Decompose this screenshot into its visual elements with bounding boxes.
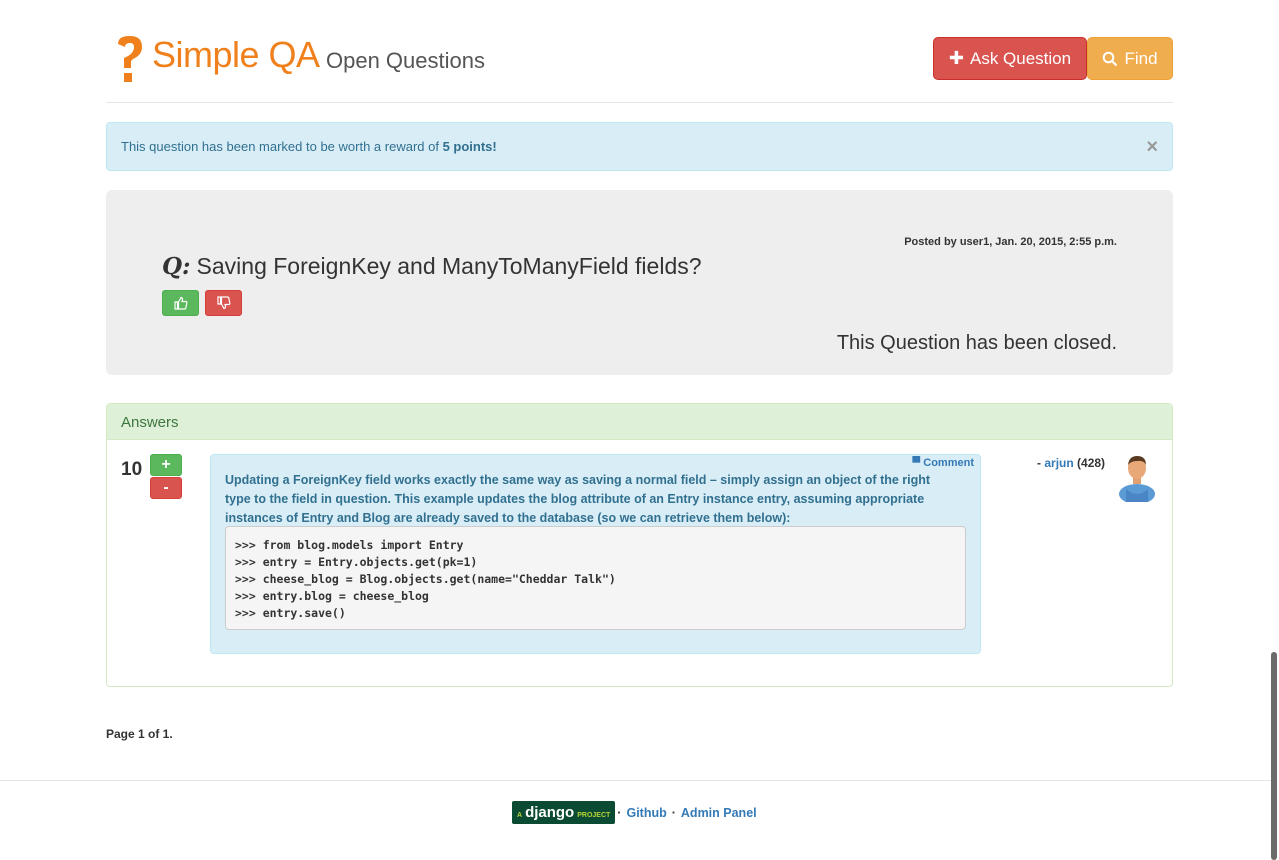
posted-by: Posted by user1, Jan. 20, 2015, 2:55 p.m… (904, 236, 1117, 248)
django-badge-name: django (525, 804, 575, 821)
thumbs-down-icon (216, 296, 230, 310)
question-status: This Question has been closed. (836, 332, 1117, 354)
admin-panel-link[interactable]: Admin Panel (681, 806, 757, 820)
avatar (1119, 456, 1155, 502)
comment-label: Comment (923, 457, 974, 469)
pagination: Page 1 of 1. (106, 727, 173, 741)
alert-text: This question has been marked to be wort… (121, 139, 443, 154)
ask-question-label: Ask Question (969, 48, 1072, 68)
site-footer: A django PROJECT · Github · Admin Panel (0, 780, 1272, 860)
search-icon (1103, 51, 1118, 66)
answer-author: - arjun (428) (1037, 456, 1105, 470)
answer-text: Updating a ForeignKey field works exactl… (225, 473, 931, 525)
thumbs-down-button[interactable] (205, 290, 242, 316)
alert-message: This question has been marked to be wort… (121, 139, 497, 154)
reward-alert: This question has been marked to be wort… (106, 122, 1173, 171)
question-title-text: Saving ForeignKey and ManyToManyField fi… (196, 253, 702, 279)
question-panel: Posted by user1, Jan. 20, 2015, 2:55 p.m… (106, 190, 1173, 375)
answer-score: 10 (121, 459, 143, 480)
page-subtitle: Open Questions (326, 48, 485, 73)
thumbs-up-icon (173, 296, 187, 310)
footer-separator: · (671, 805, 676, 820)
alert-reward: 5 points! (442, 139, 497, 154)
django-badge-a: A (517, 812, 523, 819)
question-prefix: Q: (162, 253, 191, 280)
scrollbar[interactable] (1271, 652, 1277, 860)
upvote-button[interactable]: + (150, 454, 182, 476)
find-label: Find (1124, 48, 1158, 68)
site-header: Simple QA Open Questions ✚ Ask Question … (106, 30, 1173, 103)
answers-heading: Answers (107, 404, 1172, 440)
github-link[interactable]: Github (626, 806, 666, 820)
thumbs-up-button[interactable] (162, 290, 199, 316)
plus-icon: ✚ (948, 48, 964, 68)
answer-body: ▀ Comment Updating a ForeignKey field wo… (210, 454, 981, 654)
django-badge-project: PROJECT (577, 812, 611, 819)
ask-question-button[interactable]: ✚ Ask Question (933, 37, 1087, 80)
footer-separator: · (617, 805, 622, 820)
find-button[interactable]: Find (1087, 37, 1173, 80)
downvote-button[interactable]: - (150, 477, 182, 499)
question-title: Q: Saving ForeignKey and ManyToManyField … (162, 253, 702, 280)
author-link[interactable]: arjun (1044, 456, 1073, 470)
author-reputation: (428) (1077, 456, 1106, 470)
comment-link[interactable]: ▀ Comment (912, 457, 974, 469)
answers-panel: Answers 10 + - ▀ Comment Updating a Fore… (106, 403, 1173, 687)
question-mark-logo-icon[interactable] (114, 34, 148, 86)
close-icon[interactable]: × (1146, 136, 1158, 159)
footer-links: A django PROJECT · Github · Admin Panel (512, 801, 760, 824)
django-badge[interactable]: A django PROJECT (512, 801, 616, 824)
code-block: >>> from blog.models import Entry >>> en… (225, 526, 966, 630)
comment-icon: ▀ (912, 457, 921, 469)
site-brand[interactable]: Simple QA (152, 34, 320, 76)
